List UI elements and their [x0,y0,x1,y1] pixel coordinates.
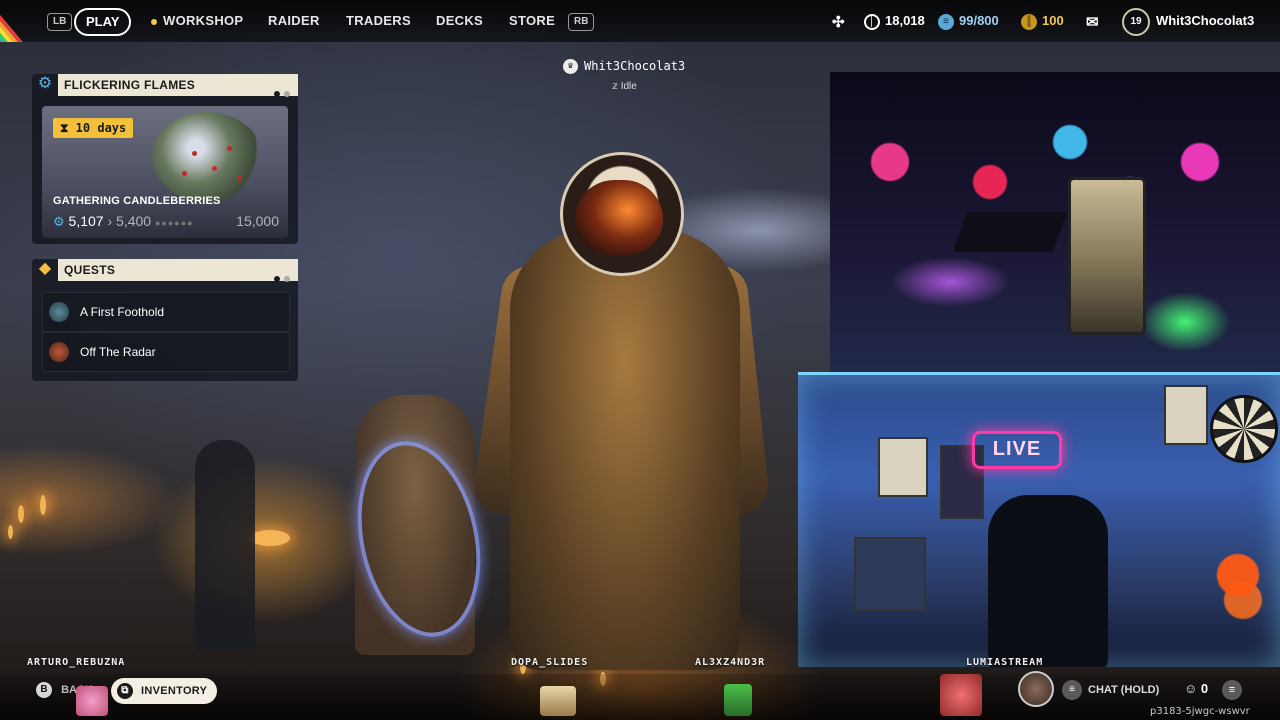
menu-lines-icon: ≡ [1062,680,1082,700]
webcam-desk-overlay [830,72,1280,372]
candle-light [18,505,24,523]
notification-dot-icon [151,18,157,25]
token-icon: ║ [1021,13,1037,30]
event-panel: ⚙ FLICKERING FLAMES ⧗ 10 days GATHERING … [32,74,298,244]
fire-light [250,530,290,546]
storage-icon: ≡ [938,13,954,30]
party-member-name: ARTURO_REBUZNA [27,657,126,668]
level-badge: 19 [1122,8,1150,36]
dartboard-image [1210,395,1278,463]
party-member-name: AL3XZ4ND3R [695,657,766,668]
chat-button[interactable]: ≡ CHAT (HOLD) [1062,680,1159,700]
pixel-avatar-sprite [540,686,576,716]
webcam-room-overlay: LIVE [798,372,1280,667]
nav-workshop[interactable]: WORKSHOP [151,13,243,28]
party-count: 0 [1200,681,1209,696]
player-status-label: Idle [620,81,637,92]
progress-current: 5,107 [68,213,104,229]
streamer-avatar [1018,671,1054,707]
candle-light [40,495,46,515]
phone-image [1068,177,1146,335]
chevron-right-icon: › [107,213,113,229]
event-card-title: GATHERING CANDLEBERRIES [53,195,221,207]
nav-raider[interactable]: RAIDER [268,13,320,28]
quest-label: Off The Radar [80,345,156,359]
gear-icon: ⚙ [53,214,65,229]
poster-image [878,437,928,497]
background-figure [195,440,255,650]
coins-stat: │ 18,018 [864,13,925,30]
panel-pager[interactable] [270,82,290,104]
gaming-chair-image [988,495,1108,667]
pixel-avatar-sprite [940,674,982,716]
hourglass-icon: ⧗ [60,121,69,135]
quest-diamond-icon: ◆ [38,260,52,277]
party-button[interactable]: ☺ 0 [1184,681,1208,696]
gift-icon: ✣ [832,14,845,31]
quest-item-off-the-radar[interactable]: Off The Radar [42,332,290,372]
nav-decks[interactable]: DECKS [436,13,483,28]
storage-value: 99/800 [959,13,999,28]
nav-workshop-label: WORKSHOP [163,13,244,28]
quest-giver-icon [49,302,69,322]
raider-character [510,230,740,670]
social-icon[interactable]: ✣ [832,13,845,31]
session-id: p3183-5jwgc-wswvr [1150,706,1250,717]
event-panel-header: FLICKERING FLAMES [58,74,298,97]
party-member-name: DOPA_SLIDES [511,657,589,668]
coins-value: 18,018 [885,13,925,28]
event-progress: ⚙ 5,107 › 5,400 ●●●●●● 15,000 [53,213,279,230]
mail-icon[interactable]: ✉ [1086,13,1099,31]
nav-play[interactable]: PLAY [74,8,132,36]
candle-light [8,525,13,539]
poster-image [854,537,926,611]
event-timer-value: 10 days [75,121,127,135]
rb-bumper-hint[interactable]: RB [568,13,595,31]
quest-item-a-first-foothold[interactable]: A First Foothold [42,292,290,332]
storage-stat: ≡ 99/800 [938,13,999,30]
live-neon-sign: LIVE [972,431,1062,469]
chat-label: CHAT (HOLD) [1088,683,1160,696]
quest-label: A First Foothold [80,305,165,319]
inventory-label: INVENTORY [141,685,208,697]
progress-next: 5,400 [116,213,152,229]
candleberry-tree-image [152,112,262,202]
profile-username[interactable]: Whit3Chocolat3 [1156,13,1254,28]
panel-pager[interactable] [270,267,290,289]
party-member-name: LUMIASTREAM [966,657,1044,668]
quests-panel-title: QUESTS [64,263,116,277]
quests-panel: ◆ QUESTS A First Foothold Off The Radar [32,259,298,381]
player-status: 𝕫 Idle [612,81,637,92]
poster-image [1164,385,1208,445]
progress-dots: ●●●●●● [154,218,194,228]
quest-giver-icon [49,342,69,362]
party-icon: ☺ [1184,681,1198,696]
gear-icon: ⚙ [37,75,53,92]
progress-max: 15,000 [236,213,279,229]
event-card[interactable]: ⧗ 10 days GATHERING CANDLEBERRIES ⚙ 5,10… [42,106,288,238]
event-panel-title: FLICKERING FLAMES [64,78,196,92]
pixel-avatar-sprite [76,686,108,716]
sleep-icon: 𝕫 [612,81,618,92]
top-navigation-bar: LB PLAY WORKSHOP RAIDER TRADERS DECKS ST… [0,0,1280,42]
nav-store[interactable]: STORE [509,13,555,28]
keyboard-image [952,212,1068,252]
crown-icon: ♛ [563,59,578,74]
raider-tokens-value: 100 [1042,13,1064,28]
raider-tokens-stat: ║ 100 [1021,13,1064,30]
b-button-icon: B [36,682,52,698]
pixel-avatar-sprite [724,684,752,716]
quests-panel-header: QUESTS [58,259,298,282]
inventory-button[interactable]: ⧉ INVENTORY [111,678,218,704]
player-name: Whit3Chocolat3 [584,59,686,73]
player-name-tag: ♛ Whit3Chocolat3 [563,59,685,74]
coin-icon: │ [864,13,880,30]
raider-visor [575,180,663,255]
menu-icon[interactable]: ≡ [1222,680,1242,700]
view-button-icon: ⧉ [117,683,133,700]
stripe-logo [0,0,44,42]
nav-traders[interactable]: TRADERS [346,13,411,28]
lb-bumper-hint[interactable]: LB [47,13,73,31]
event-timer: ⧗ 10 days [53,118,134,138]
